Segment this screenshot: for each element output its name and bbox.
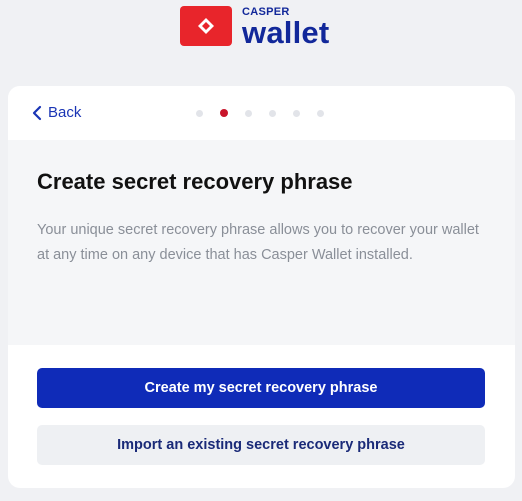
step-dot bbox=[245, 109, 252, 117]
logo-text: CASPER wallet bbox=[242, 6, 329, 48]
chevron-left-icon bbox=[32, 105, 42, 120]
back-button[interactable]: Back bbox=[32, 104, 81, 121]
step-dot bbox=[317, 109, 324, 117]
card-header: Back bbox=[8, 86, 515, 140]
back-label: Back bbox=[48, 104, 82, 121]
content-section: Create secret recovery phrase Your uniqu… bbox=[8, 140, 515, 345]
step-dot bbox=[269, 109, 276, 117]
casper-logo-icon bbox=[180, 6, 232, 46]
create-phrase-button[interactable]: Create my secret recovery phrase bbox=[37, 368, 485, 408]
step-dot-active bbox=[220, 109, 228, 117]
step-dot bbox=[293, 109, 300, 117]
onboarding-card: Back Create secret recovery phrase Your … bbox=[8, 86, 515, 488]
page-title: Create secret recovery phrase bbox=[37, 169, 353, 194]
import-phrase-button[interactable]: Import an existing secret recovery phras… bbox=[37, 425, 485, 465]
casper-wallet-logo: CASPER wallet bbox=[180, 6, 329, 48]
step-dot bbox=[196, 109, 203, 117]
logo-wallet-text: wallet bbox=[242, 15, 330, 50]
step-indicator bbox=[196, 109, 341, 117]
page-description: Your unique secret recovery phrase allow… bbox=[37, 222, 479, 263]
